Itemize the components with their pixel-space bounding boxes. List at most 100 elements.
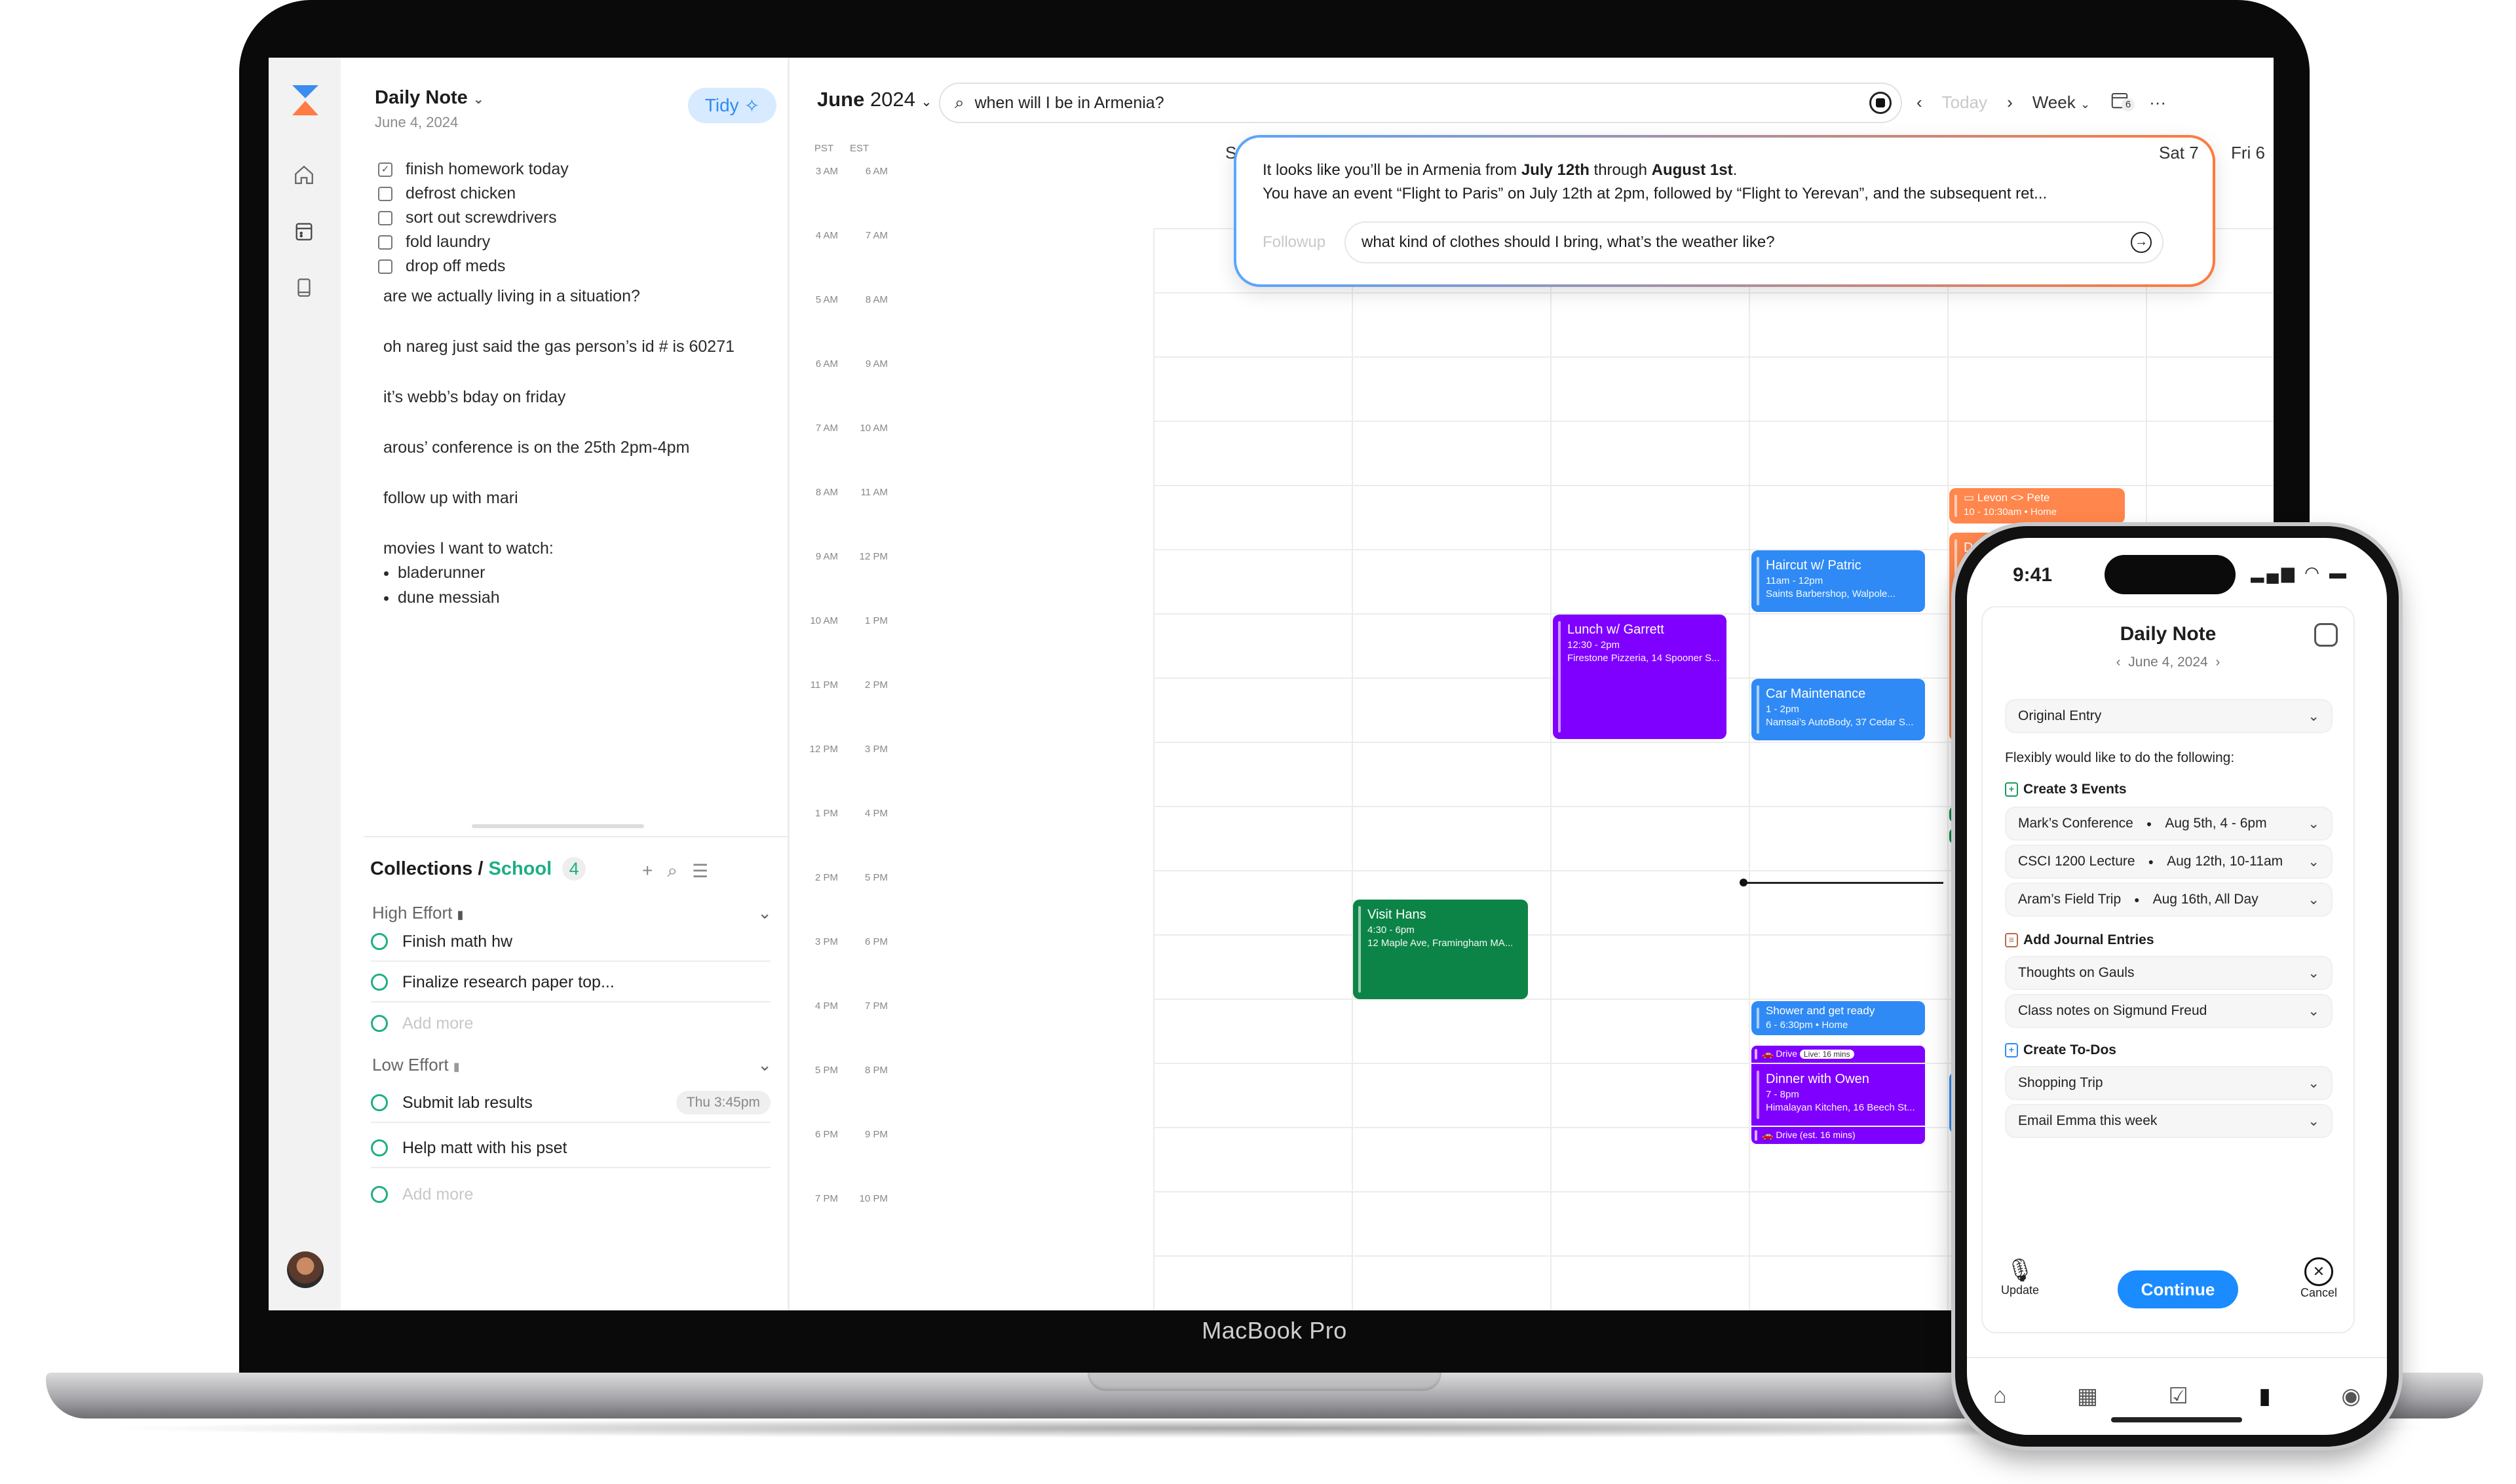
chevron-down-icon: ⌄ <box>2308 1003 2319 1019</box>
event-block[interactable]: Car Maintenance 1 - 2pm Namsai’s AutoBod… <box>1751 679 1925 740</box>
video-icon: ▭ <box>1964 491 1975 504</box>
signal-icon: ▂▄▆ <box>2251 563 2297 582</box>
checkbox[interactable] <box>378 259 392 274</box>
calendar-icon[interactable]: ▦ <box>2077 1383 2098 1409</box>
event-suggestion[interactable]: Mark’s Conference ● Aug 5th, 4 - 6pm ⌄ <box>2005 807 2333 841</box>
collections-breadcrumb[interactable]: Collections / <box>370 858 483 880</box>
checkbox-checked[interactable]: ✓ <box>378 162 392 177</box>
checkbox[interactable] <box>378 210 392 225</box>
event-time: 12:30 - 2pm <box>1567 639 1620 651</box>
followup-input[interactable]: what kind of clothes should I bring, wha… <box>1344 221 2163 263</box>
hour-label-est: 4 PM <box>864 808 888 819</box>
event-suggestion[interactable]: Aram’s Field Trip ● Aug 16th, All Day ⌄ <box>2005 883 2333 917</box>
notebook-icon[interactable]: ▮ <box>2259 1383 2271 1409</box>
task-complete-toggle[interactable] <box>371 1139 388 1156</box>
group-high-effort[interactable]: High Effort ▮ ⌄ <box>372 903 772 923</box>
drive-block[interactable]: 🚗 Drive (est. 16 mins) <box>1751 1127 1925 1144</box>
send-arrow-icon[interactable]: → <box>2131 232 2152 253</box>
home-icon[interactable] <box>293 164 315 186</box>
event-location: Home <box>2030 506 2057 518</box>
journal-icon[interactable] <box>293 276 315 299</box>
event-block[interactable]: Dinner with Owen 7 - 8pm Himalayan Kitch… <box>1751 1064 1925 1126</box>
task-label: Finish math hw <box>402 932 513 951</box>
add-task-input[interactable]: Add more <box>371 1175 771 1214</box>
checklist-item: sort out screwdrivers <box>378 206 569 230</box>
assistant-answer: It looks like you’ll be in Armenia from … <box>1263 161 1738 179</box>
card-date-nav: ‹ June 4, 2024 › <box>1983 655 2354 670</box>
hour-label-est: 8 PM <box>864 1065 888 1076</box>
search-icon[interactable]: ⌕ <box>667 860 677 882</box>
next-week-icon[interactable]: › <box>2007 92 2013 113</box>
add-task-input[interactable]: Add more <box>371 1004 771 1043</box>
month-selector[interactable]: June 2024 ⌄ <box>817 88 932 111</box>
event-time: 7 - 8pm <box>1766 1089 1799 1100</box>
event-block[interactable]: Lunch w/ Garrett 12:30 - 2pm Firestone P… <box>1553 615 1726 739</box>
hour-label-est: 2 PM <box>864 679 888 691</box>
minimize-icon[interactable] <box>2314 623 2338 647</box>
todo-name: Email Emma this week <box>2018 1113 2158 1128</box>
hour-gridline <box>1153 356 2274 358</box>
user-avatar[interactable] <box>287 1251 324 1288</box>
note-title-dropdown[interactable]: Daily Note ⌄ <box>375 87 484 109</box>
collection-name[interactable]: School <box>488 858 552 880</box>
checklist-item: drop off meds <box>378 254 569 278</box>
hour-label-est: 12 PM <box>859 551 888 562</box>
update-button[interactable]: 🎙 Update <box>1997 1257 2043 1297</box>
event-block[interactable]: Visit Hans 4:30 - 6pm 12 Maple Ave, Fram… <box>1353 900 1528 999</box>
home-icon[interactable]: ⌂ <box>1993 1383 2007 1409</box>
cancel-button[interactable]: ✕ Cancel <box>2296 1257 2342 1300</box>
todo-suggestion[interactable]: Email Emma this week ⌄ <box>2005 1104 2333 1138</box>
add-icon[interactable]: + <box>642 860 653 882</box>
checklist-item: fold laundry <box>378 230 569 254</box>
task-complete-toggle[interactable] <box>371 974 388 991</box>
panel-resize-handle[interactable] <box>472 824 644 828</box>
event-block[interactable]: Shower and get ready 6 - 6:30pm • Home <box>1751 1001 1925 1035</box>
filter-icon[interactable]: ☰ <box>692 860 708 882</box>
chevron-down-icon: ⌄ <box>921 95 932 109</box>
ask-search-input[interactable]: ⌕ when will I be in Armenia? <box>939 83 1902 123</box>
stop-icon[interactable] <box>1869 92 1892 114</box>
task-complete-toggle[interactable] <box>371 933 388 950</box>
task-item[interactable]: Finish math hw <box>371 923 771 962</box>
original-entry-dropdown[interactable]: Original Entry ⌄ <box>2005 699 2333 733</box>
note-date: June 4, 2024 <box>375 114 459 130</box>
drive-block[interactable]: 🚗 Drive Live: 16 mins <box>1751 1046 1925 1063</box>
event-when: Aug 12th, 10-11am <box>2167 854 2283 869</box>
journal-suggestion[interactable]: Class notes on Sigmund Freud ⌄ <box>2005 994 2333 1028</box>
event-block[interactable]: Haircut w/ Patric 11am - 12pm Saints Bar… <box>1751 550 1925 612</box>
calendars-button[interactable]: 6 <box>2110 90 2135 115</box>
status-time: 9:41 <box>2013 564 2053 586</box>
today-button[interactable]: Today <box>1942 92 1987 113</box>
continue-button[interactable]: Continue <box>2118 1270 2238 1308</box>
checkbox[interactable] <box>378 186 392 201</box>
tidy-button[interactable]: Tidy ✧ <box>688 88 776 123</box>
section-header-events: + Create 3 Events <box>2005 782 2127 797</box>
todo-icon[interactable]: ☑ <box>2168 1383 2188 1409</box>
hour-label-pst: 4 AM <box>815 230 838 241</box>
prev-week-icon[interactable]: ‹ <box>1916 92 1922 113</box>
group-label: High Effort <box>372 903 453 923</box>
todo-suggestion[interactable]: Shopping Trip ⌄ <box>2005 1066 2333 1100</box>
view-selector[interactable]: Week ⌄ <box>2032 92 2090 113</box>
task-complete-toggle[interactable] <box>371 1094 388 1111</box>
hour-label-pst: 5 AM <box>815 294 838 305</box>
event-suggestion[interactable]: CSCI 1200 Lecture ● Aug 12th, 10-11am ⌄ <box>2005 845 2333 879</box>
calendar-icon[interactable] <box>293 220 315 242</box>
more-options-icon[interactable]: ··· <box>2149 92 2166 113</box>
drive-label: Drive <box>1776 1048 1797 1059</box>
daily-note-panel: Daily Note ⌄ June 4, 2024 Tidy ✧ ✓ finish … <box>341 58 790 1310</box>
task-item[interactable]: Finalize research paper top... <box>371 963 771 1002</box>
task-item[interactable]: Submit lab results Thu 3:45pm <box>371 1084 771 1123</box>
hour-label-est: 8 AM <box>865 294 888 305</box>
note-body[interactable]: are we actually living in a situation? o… <box>383 287 734 613</box>
checkbox[interactable] <box>378 235 392 250</box>
journal-suggestion[interactable]: Thoughts on Gauls ⌄ <box>2005 956 2333 990</box>
prev-day-icon[interactable]: ‹ <box>2116 655 2121 670</box>
task-item[interactable]: Help matt with his pset <box>371 1129 771 1168</box>
group-low-effort[interactable]: Low Effort ▮ ⌄ <box>372 1055 772 1075</box>
due-date-badge[interactable]: Thu 3:45pm <box>676 1091 771 1114</box>
profile-icon[interactable]: ◉ <box>2341 1383 2361 1409</box>
note-checklist: ✓ finish homework today defrost chicken s… <box>378 157 569 278</box>
event-block[interactable]: ▭ Levon <> Pete 10 - 10:30am • Home <box>1949 488 2125 523</box>
next-day-icon[interactable]: › <box>2215 655 2220 670</box>
